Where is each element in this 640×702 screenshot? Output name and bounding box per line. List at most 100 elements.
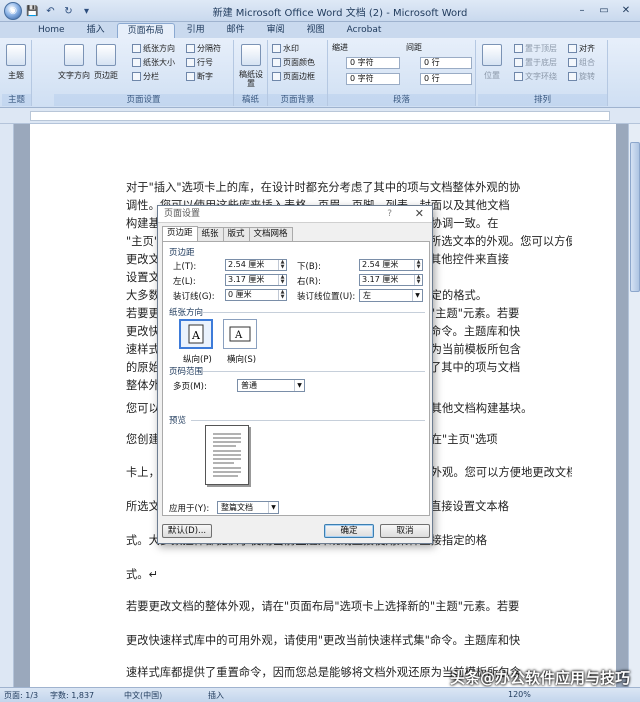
tab-layout[interactable]: 版式	[222, 227, 250, 241]
text-wrap-label: 文字环绕	[525, 72, 557, 81]
bottom-margin-input[interactable]: 2.54 厘米 ▲ ▼	[359, 259, 423, 271]
draft-settings-label: 稿纸设置	[239, 70, 263, 88]
spinner-icon[interactable]: ▲ ▼	[278, 275, 286, 285]
tab-insert[interactable]: 插入	[77, 23, 115, 38]
bottom-label: 下(B):	[297, 262, 321, 272]
align-icon	[568, 44, 577, 53]
tab-mailings[interactable]: 邮件	[217, 23, 255, 38]
page-count[interactable]: 页面: 1/3	[4, 690, 38, 701]
portrait-option[interactable]: A	[179, 319, 213, 349]
tab-view[interactable]: 视图	[297, 23, 335, 38]
right-margin-input[interactable]: 3.17 厘米 ▲ ▼	[359, 274, 423, 286]
align-button[interactable]: 对齐	[568, 43, 595, 54]
bring-front-button[interactable]: 置于顶层	[514, 43, 557, 54]
themes-button[interactable]: 主题	[6, 44, 26, 81]
apply-to-select[interactable]: 整篇文档 ▼	[217, 501, 279, 514]
send-back-label: 置于底层	[525, 58, 557, 67]
text-direction-icon	[64, 44, 84, 66]
page-border-button[interactable]: 页面边框	[272, 71, 315, 82]
left-label: 左(L):	[173, 277, 196, 287]
language[interactable]: 中文(中国)	[124, 690, 162, 701]
left-margin-input[interactable]: 3.17 厘米 ▲ ▼	[225, 274, 287, 286]
spacing-before-input[interactable]: 0 行	[420, 57, 472, 69]
customize-qat-icon[interactable]: ▾	[79, 4, 94, 19]
hyphenation-label: 断字	[197, 72, 213, 81]
margins-button[interactable]: 页边距	[94, 44, 118, 81]
undo-icon[interactable]: ↶	[43, 4, 58, 19]
office-button[interactable]: ◉	[4, 2, 22, 20]
spinner-icon[interactable]: ▲ ▼	[278, 290, 286, 300]
doc-line[interactable]: 更改快速样式库中的可用外观，请使用"更改当前快速样式集"命令。主题库和快	[126, 632, 572, 648]
draft-settings-button[interactable]: 稿纸设置	[239, 44, 263, 88]
scrollbar-thumb[interactable]	[630, 142, 640, 292]
word-count[interactable]: 字数: 1,837	[50, 690, 94, 701]
vertical-ruler[interactable]	[0, 124, 14, 687]
horizontal-ruler[interactable]	[0, 108, 640, 124]
margins-panel: 页边距 上(T): 2.54 厘米 ▲ ▼ 下(B): 2.54 厘米 ▲ ▼ 左(L)…	[162, 241, 430, 516]
cancel-button[interactable]: 取消	[380, 524, 430, 538]
tab-home[interactable]: Home	[28, 23, 75, 38]
position-button[interactable]: 位置	[482, 44, 502, 81]
size-label: 纸张大小	[143, 58, 175, 67]
watermark-button[interactable]: 水印	[272, 43, 299, 54]
redo-icon[interactable]: ↻	[61, 4, 76, 19]
tab-doc-grid[interactable]: 文档网格	[248, 227, 293, 241]
multiple-pages-select[interactable]: 普通 ▼	[237, 379, 305, 392]
doc-line[interactable]: 式。↵	[126, 566, 572, 582]
margins-icon	[96, 44, 116, 66]
rotate-icon	[568, 72, 577, 81]
text-direction-button[interactable]: 文字方向	[58, 44, 90, 81]
line-numbers-button[interactable]: 行号	[186, 57, 213, 68]
tab-paper[interactable]: 纸张	[196, 227, 224, 241]
align-label: 对齐	[579, 44, 595, 53]
help-icon[interactable]: ?	[387, 206, 392, 222]
orientation-button[interactable]: 纸张方向	[132, 43, 175, 54]
spacing-after-input[interactable]: 0 行	[420, 73, 472, 85]
hyphenation-button[interactable]: 断字	[186, 71, 213, 82]
doc-line[interactable]: 对于"插入"选项卡上的库，在设计时都充分考虑了其中的项与文档整体外观的协	[126, 179, 572, 195]
ok-button[interactable]: 确定	[324, 524, 374, 538]
rotate-button[interactable]: 旋转	[568, 71, 595, 82]
portrait-icon: A	[188, 324, 204, 344]
chevron-down-icon: ▼	[268, 502, 278, 513]
maximize-button[interactable]: ▭	[594, 2, 614, 18]
top-margin-input[interactable]: 2.54 厘米 ▲ ▼	[225, 259, 287, 271]
close-button[interactable]: ✕	[616, 2, 636, 18]
minimize-button[interactable]: –	[572, 2, 592, 18]
spinner-icon[interactable]: ▲ ▼	[414, 260, 422, 270]
draft-group: 稿纸设置 稿纸	[234, 40, 268, 106]
indent-left-input[interactable]: 0 字符	[346, 57, 400, 69]
tab-references[interactable]: 引用	[177, 23, 215, 38]
indent-right-input[interactable]: 0 字符	[346, 73, 400, 85]
tab-page-layout[interactable]: 页面布局	[116, 23, 175, 38]
gutter-input[interactable]: 0 厘米 ▲ ▼	[225, 289, 287, 301]
section-divider	[191, 420, 425, 421]
columns-button[interactable]: 分栏	[132, 71, 159, 82]
preview-section-title: 预览	[169, 416, 187, 426]
save-icon[interactable]: 💾	[25, 4, 40, 19]
size-button[interactable]: 纸张大小	[132, 57, 175, 68]
text-wrap-button[interactable]: 文字环绕	[514, 71, 557, 82]
vertical-scrollbar[interactable]	[628, 124, 640, 687]
source-watermark: 头条@办公软件应用与技巧	[449, 669, 630, 687]
set-default-button[interactable]: 默认(D)...	[162, 524, 212, 538]
preview-lines-icon	[213, 433, 241, 477]
page-color-button[interactable]: 页面颜色	[272, 57, 315, 68]
ribbon-tabs: Home 插入 页面布局 引用 邮件 审阅 视图 Acrobat	[0, 22, 640, 38]
tab-review[interactable]: 审阅	[257, 23, 295, 38]
tab-margins[interactable]: 页边距	[162, 226, 198, 241]
breaks-button[interactable]: 分隔符	[186, 43, 221, 54]
doc-line[interactable]: 若要更改文档的整体外观，请在"页面布局"选项卡上选择新的"主题"元素。若要	[126, 598, 572, 614]
gutter-position-select[interactable]: 左 ▼	[359, 289, 423, 302]
send-back-button[interactable]: 置于底层	[514, 57, 557, 68]
dialog-close-icon[interactable]: ✕	[415, 206, 424, 222]
spinner-icon[interactable]: ▲ ▼	[414, 275, 422, 285]
landscape-option[interactable]: A	[223, 319, 257, 349]
insert-mode[interactable]: 插入	[208, 690, 224, 701]
tab-acrobat[interactable]: Acrobat	[337, 23, 392, 38]
landscape-label: 横向(S)	[227, 355, 257, 365]
spinner-icon[interactable]: ▲ ▼	[278, 260, 286, 270]
zoom-level[interactable]: 120%	[508, 690, 531, 699]
position-label: 位置	[484, 71, 500, 80]
group-button[interactable]: 组合	[568, 57, 595, 68]
